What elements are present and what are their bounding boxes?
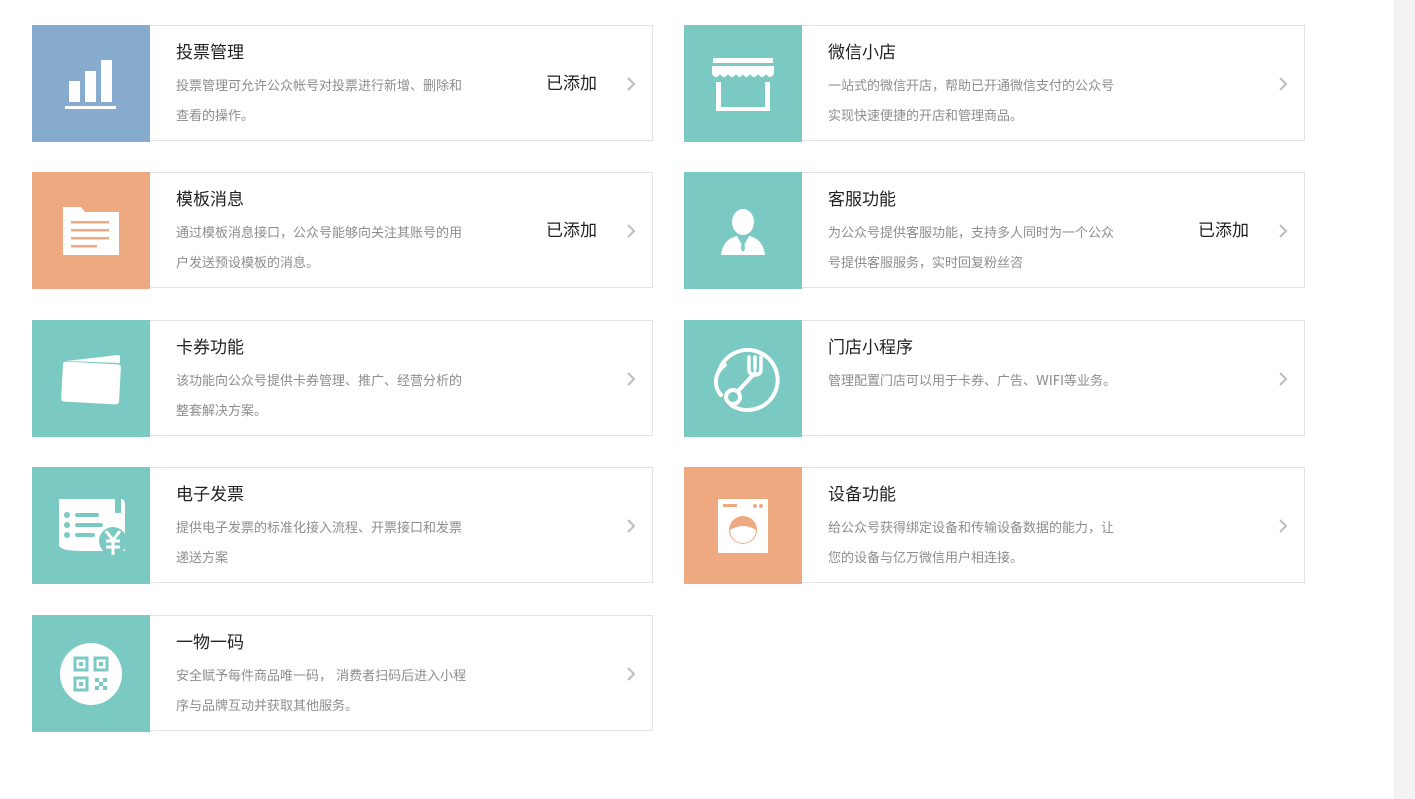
plugin-card-coupon[interactable]: 卡券功能 该功能向公众号提供卡券管理、推广、经营分析的整套解决方案。	[32, 320, 653, 437]
status-added: 已添加	[546, 221, 597, 241]
plugin-card-wechat-store[interactable]: 微信小店 一站式的微信开店，帮助已开通微信支付的公众号实现快速便捷的开店和管理商…	[684, 25, 1305, 142]
plugin-description: 通过模板消息接口，公众号能够向关注其账号的用户发送预设模板的消息。	[176, 226, 463, 271]
document-icon	[63, 206, 119, 255]
plugin-card-store-miniprogram[interactable]: 门店小程序 管理配置门店可以用于卡券、广告、WIFI等业务。	[684, 320, 1305, 437]
storefront-icon	[712, 57, 774, 111]
chevron-right-icon	[627, 372, 636, 386]
plugin-description: 该功能向公众号提供卡券管理、推广、经营分析的整套解决方案。	[176, 374, 463, 419]
plugin-card-customer-service[interactable]: 客服功能 为公众号提供客服功能，支持多人同时为一个公众号提供客服服务，实时回复粉…	[684, 172, 1305, 289]
chevron-right-icon	[627, 224, 636, 238]
scrollbar-track[interactable]	[1394, 0, 1415, 799]
plugin-title: 设备功能	[828, 485, 896, 505]
icon-tile	[684, 467, 802, 584]
chevron-right-icon	[627, 667, 636, 681]
plugin-card-device[interactable]: 设备功能 给公众号获得绑定设备和传输设备数据的能力，让您的设备与亿万微信用户相连…	[684, 467, 1305, 584]
chevron-right-icon	[1279, 77, 1288, 91]
icon-tile	[32, 25, 150, 142]
plugin-card-vote[interactable]: 投票管理 投票管理可允许公众帐号对投票进行新增、删除和查看的操作。 已添加	[32, 25, 653, 142]
chevron-right-icon	[1279, 519, 1288, 533]
plugin-card-one-item-one-code[interactable]: 一物一码 安全赋予每件商品唯一码， 消费者扫码后进入小程序与品牌互动并获取其他服…	[32, 615, 653, 732]
plugin-card-e-invoice[interactable]: 电子发票 提供电子发票的标准化接入流程、开票接口和发票递送方案	[32, 467, 653, 584]
chevron-right-icon	[627, 519, 636, 533]
chevron-right-icon	[627, 77, 636, 91]
icon-tile	[32, 172, 150, 289]
status-added: 已添加	[546, 74, 597, 94]
bar-chart-icon	[65, 59, 116, 109]
qr-code-icon	[60, 642, 122, 705]
icon-tile	[32, 615, 150, 732]
plugin-description: 一站式的微信开店，帮助已开通微信支付的公众号实现快速便捷的开店和管理商品。	[828, 79, 1115, 124]
plugin-title: 模板消息	[176, 190, 244, 210]
chevron-right-icon	[1279, 224, 1288, 238]
icon-tile	[684, 25, 802, 142]
plugin-title: 卡券功能	[176, 338, 244, 358]
washing-machine-icon	[718, 498, 768, 553]
plugin-description: 安全赋予每件商品唯一码， 消费者扫码后进入小程序与品牌互动并获取其他服务。	[176, 669, 467, 714]
plugin-description: 投票管理可允许公众帐号对投票进行新增、删除和查看的操作。	[176, 79, 463, 124]
icon-tile	[32, 467, 150, 584]
plugin-title: 门店小程序	[828, 338, 913, 358]
plugin-title: 一物一码	[176, 633, 244, 653]
location-fork-icon	[713, 347, 780, 412]
chevron-right-icon	[1279, 372, 1288, 386]
plugin-title: 投票管理	[176, 43, 244, 63]
agent-icon	[721, 208, 765, 255]
icon-tile	[32, 320, 150, 437]
plugin-description: 给公众号获得绑定设备和传输设备数据的能力，让您的设备与亿万微信用户相连接。	[828, 521, 1115, 566]
icon-tile	[684, 320, 802, 437]
plugin-title: 客服功能	[828, 190, 896, 210]
plugin-description: 提供电子发票的标准化接入流程、开票接口和发票递送方案	[176, 521, 463, 566]
card-icon	[61, 354, 121, 404]
plugin-description: 管理配置门店可以用于卡券、广告、WIFI等业务。	[828, 374, 1116, 389]
plugin-card-template-message[interactable]: 模板消息 通过模板消息接口，公众号能够向关注其账号的用户发送预设模板的消息。 已…	[32, 172, 653, 289]
status-added: 已添加	[1198, 221, 1249, 241]
plugin-title: 微信小店	[828, 43, 896, 63]
plugin-title: 电子发票	[176, 485, 244, 505]
plugin-description: 为公众号提供客服功能，支持多人同时为一个公众号提供客服服务，实时回复粉丝咨	[828, 226, 1115, 271]
invoice-icon	[59, 498, 127, 555]
icon-tile	[684, 172, 802, 289]
